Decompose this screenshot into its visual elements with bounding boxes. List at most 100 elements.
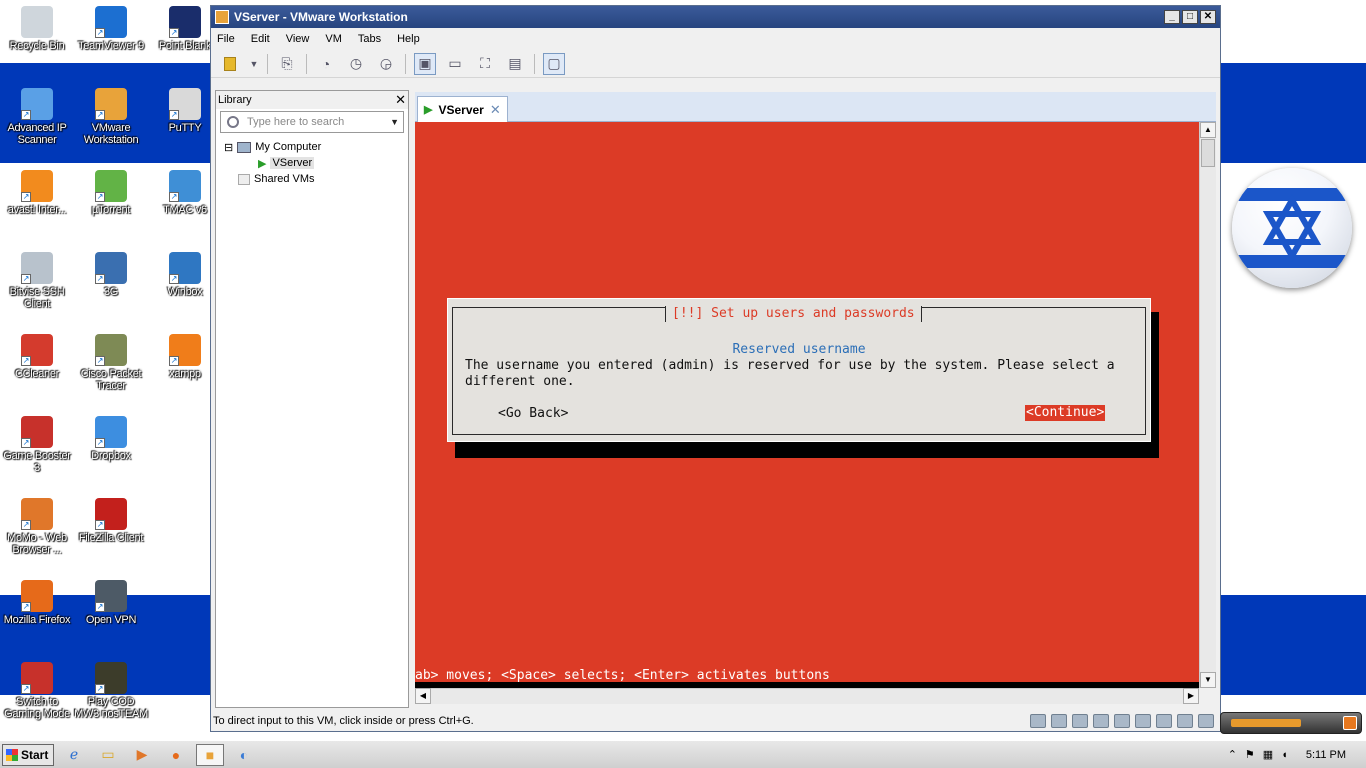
desktop-icon-label: 3G (103, 286, 119, 298)
sound-card-icon[interactable] (1135, 714, 1151, 728)
volume-icon[interactable]: ◖ (1281, 749, 1288, 761)
minimize-button[interactable]: _ (1164, 10, 1180, 24)
menu-tabs[interactable]: Tabs (358, 33, 381, 45)
show-hidden-icon[interactable]: ⌃ (1228, 748, 1237, 761)
desktop-icon[interactable]: ↗ MoMo - Web Browser ... (0, 498, 74, 556)
view-full-screen-icon[interactable]: ⛶ (474, 53, 496, 75)
usb-controller-icon[interactable] (1114, 714, 1130, 728)
app-icon (21, 6, 53, 38)
library-search-input[interactable]: Type here to search ▼ (220, 111, 404, 133)
desktop-icon[interactable]: ↗ Switch to Gaming Mode (0, 662, 74, 720)
search-dropdown-icon[interactable]: ▼ (390, 117, 399, 127)
tree-node-shared-vms[interactable]: Shared VMs (224, 171, 408, 187)
app-icon: ↗ (21, 416, 53, 448)
display-icon[interactable] (1177, 714, 1193, 728)
internet-explorer-icon[interactable]: ℯ (60, 744, 88, 766)
app-icon: ↗ (169, 170, 201, 202)
desktop-icon-label: CCleaner (14, 368, 60, 380)
hard-disk-icon[interactable] (1030, 714, 1046, 728)
menu-view[interactable]: View (286, 33, 310, 45)
go-back-button[interactable]: <Go Back> (498, 406, 568, 422)
desktop-icon-label: Bitvise SSH Client (9, 286, 65, 310)
shortcut-arrow-icon: ↗ (21, 438, 31, 448)
scroll-thumb[interactable] (1201, 139, 1215, 167)
menu-vm[interactable]: VM (325, 33, 342, 45)
view-unity-icon[interactable]: ▤ (504, 53, 526, 75)
device-icons (1030, 714, 1214, 728)
window-titlebar[interactable]: VServer - VMware Workstation _ □ ✕ (211, 6, 1220, 28)
close-button[interactable]: ✕ (1200, 10, 1216, 24)
horizontal-scrollbar[interactable]: ◀ ▶ (415, 688, 1199, 704)
app-icon: ↗ (95, 580, 127, 612)
tree-node-my-computer[interactable]: ⊟ My Computer (224, 139, 408, 155)
menu-file[interactable]: File (217, 33, 235, 45)
vertical-scrollbar[interactable]: ▲ ▼ (1199, 122, 1216, 688)
send-ctrl-alt-del-icon[interactable]: ⎘ (276, 53, 298, 75)
tab-close-icon[interactable]: ✕ (490, 102, 501, 118)
shortcut-arrow-icon: ↗ (169, 110, 179, 120)
desktop-icon-label: Cisco Packet Tracer (80, 368, 142, 392)
desktop-icon[interactable]: ↗ VMware Workstation (74, 88, 148, 146)
snapshot-take-icon[interactable]: ◔ (315, 53, 337, 75)
menu-edit[interactable]: Edit (251, 33, 270, 45)
gauge-menu-button[interactable] (1343, 716, 1357, 730)
shortcut-arrow-icon: ↗ (95, 438, 105, 448)
desktop-icon[interactable]: ↗ CCleaner (0, 334, 74, 380)
library-close-icon[interactable]: ✕ (395, 92, 406, 108)
start-button[interactable]: Start (2, 743, 54, 766)
menu-help[interactable]: Help (397, 33, 420, 45)
shortcut-arrow-icon: ↗ (21, 520, 31, 530)
vm-console-screen[interactable]: [!!] Set up users and passwords Reserved… (415, 122, 1199, 688)
desktop-icon[interactable]: ↗ Open VPN (74, 580, 148, 626)
paint-icon[interactable]: ◐ (230, 744, 258, 766)
scroll-down-icon[interactable]: ▼ (1200, 672, 1216, 688)
network-icon[interactable]: ▦ (1263, 748, 1273, 761)
view-console-icon[interactable]: ▣ (414, 52, 436, 75)
desktop-icon[interactable]: ↗ FileZilla Client (74, 498, 148, 544)
desktop-icon[interactable]: ↗ avast! Inter... (0, 170, 74, 216)
scroll-up-icon[interactable]: ▲ (1200, 122, 1216, 138)
desktop-icon[interactable]: ↗ Cisco Packet Tracer (74, 334, 148, 392)
window-title: VServer - VMware Workstation (234, 10, 408, 24)
message-log-icon[interactable] (1198, 714, 1214, 728)
dropdown-arrow-icon[interactable]: ▼ (249, 53, 259, 75)
desktop-icon[interactable]: ↗ Play COD MW3 nosTEAM (74, 662, 148, 720)
printer-icon[interactable] (1156, 714, 1172, 728)
desktop-icon[interactable]: Recycle Bin (0, 6, 74, 52)
desktop-icon[interactable]: ↗ TeamViewer 9 (74, 6, 148, 52)
toolbar-separator (267, 53, 268, 74)
desktop-icon[interactable]: ↗ Game Booster 3 (0, 416, 74, 474)
desktop-icon[interactable]: ↗ Dropbox (74, 416, 148, 462)
scroll-left-icon[interactable]: ◀ (415, 688, 431, 704)
continue-button[interactable]: <Continue> (1025, 405, 1106, 421)
desktop-icon-label: FileZilla Client (78, 532, 144, 544)
maximize-button[interactable]: □ (1182, 10, 1198, 24)
desktop-icon[interactable]: ↗ µTorrent (74, 170, 148, 216)
vmware-taskbar-icon[interactable]: ■ (196, 743, 224, 766)
power-pause-icon[interactable] (219, 53, 241, 75)
file-explorer-icon[interactable]: ▭ (94, 744, 122, 766)
app-icon: ↗ (21, 662, 53, 694)
scroll-right-icon[interactable]: ▶ (1183, 688, 1199, 704)
desktop-icon[interactable]: ↗ Mozilla Firefox (0, 580, 74, 626)
app-icon: ↗ (169, 6, 201, 38)
view-thumbnail-icon[interactable]: ▢ (543, 52, 565, 75)
desktop-icon[interactable]: ↗ Bitvise SSH Client (0, 252, 74, 310)
snapshot-revert-icon[interactable]: ◷ (345, 53, 367, 75)
clock[interactable]: 5:11 PM (1306, 749, 1346, 761)
floppy-icon[interactable] (1072, 714, 1088, 728)
library-tree: ⊟ My Computer ▶ VServer Shared VMs (216, 139, 408, 187)
snapshot-manager-icon[interactable]: ◶ (375, 53, 397, 75)
cd-dvd-icon[interactable] (1051, 714, 1067, 728)
action-center-flag-icon[interactable]: ⚑ (1245, 748, 1255, 761)
desktop-icon[interactable]: ↗ Advanced IP Scanner (0, 88, 74, 146)
desktop-icon-label: µTorrent (91, 204, 131, 216)
view-quick-switch-icon[interactable]: ▭ (444, 53, 466, 75)
tab-vserver[interactable]: ▶ VServer ✕ (417, 96, 508, 122)
desktop-icon[interactable]: ↗ 3G (74, 252, 148, 298)
firefox-icon[interactable]: ● (162, 744, 190, 766)
network-adapter-icon[interactable] (1093, 714, 1109, 728)
media-player-icon[interactable]: ▶ (128, 744, 156, 766)
collapse-icon[interactable]: ⊟ (224, 141, 233, 154)
tree-node-vserver[interactable]: ▶ VServer (224, 155, 408, 171)
